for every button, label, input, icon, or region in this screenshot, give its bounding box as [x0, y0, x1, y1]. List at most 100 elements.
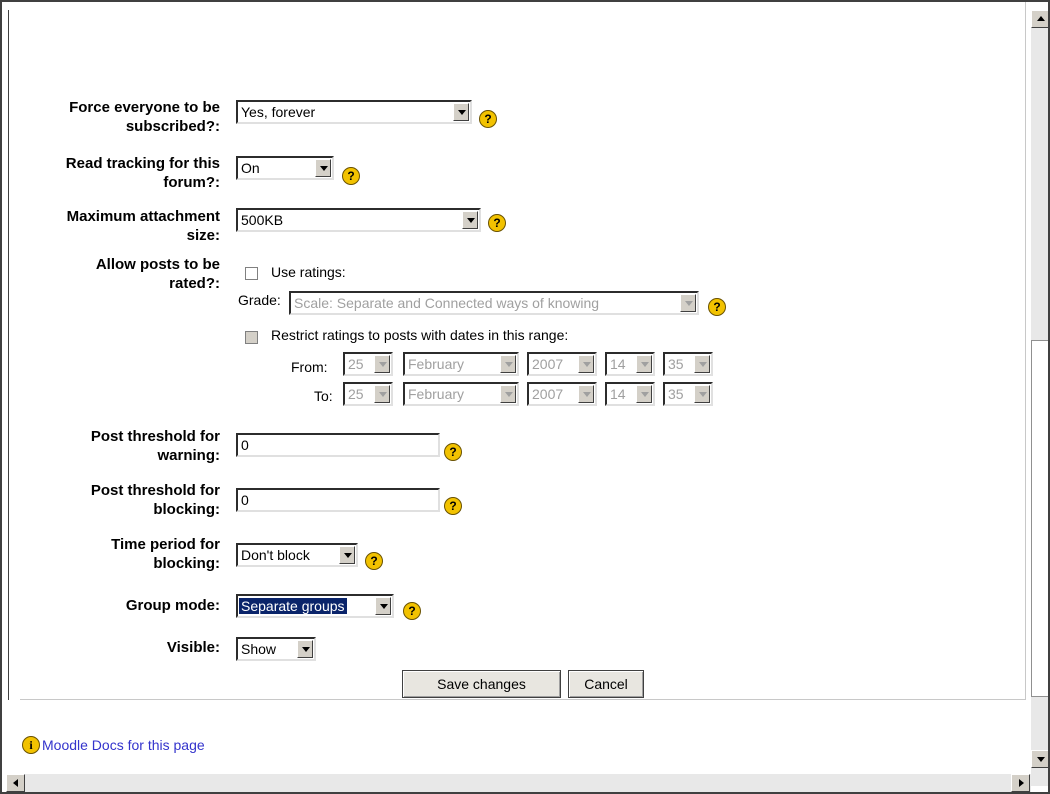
group-mode-select[interactable]: Separate groups — [236, 594, 394, 618]
subscribe-select[interactable]: Yes, forever — [236, 100, 472, 124]
restrict-ratings-checkbox[interactable] — [245, 331, 258, 344]
grade-label: Grade: — [238, 292, 281, 308]
chevron-down-icon[interactable] — [636, 385, 652, 403]
moodle-docs-link[interactable]: Moodle Docs for this page — [42, 737, 205, 753]
grade-value: Scale: Separate and Connected ways of kn… — [294, 295, 600, 311]
tracking-select[interactable]: On — [236, 156, 334, 180]
warning-label-line2: warning: — [157, 447, 221, 464]
horizontal-scrollbar[interactable] — [6, 774, 1031, 792]
chevron-down-icon[interactable] — [453, 103, 469, 121]
help-icon[interactable]: ? — [488, 214, 506, 232]
attachment-label: Maximum attachment size: — [67, 207, 220, 245]
chevron-down-icon[interactable] — [339, 546, 355, 564]
blocking-label: Post threshold for blocking: — [91, 481, 220, 519]
from-minute-value: 35 — [668, 356, 684, 372]
visible-label-text: Visible: — [166, 639, 220, 656]
scroll-down-icon[interactable] — [1031, 750, 1048, 768]
to-month-select[interactable]: February — [403, 382, 519, 406]
tracking-label-line1: Read tracking for this — [65, 155, 220, 172]
to-hour-select[interactable]: 14 — [605, 382, 655, 406]
help-icon[interactable]: ? — [708, 298, 726, 316]
chevron-down-icon[interactable] — [374, 385, 390, 403]
attachment-label-line1: Maximum attachment — [66, 208, 220, 225]
from-year-value: 2007 — [532, 356, 564, 372]
group-mode-label-text: Group mode: — [125, 597, 220, 614]
cancel-button[interactable]: Cancel — [568, 670, 644, 698]
tracking-label: Read tracking for this forum?: — [66, 154, 220, 192]
block-period-label-line2: blocking: — [153, 555, 220, 572]
subscribe-label: Force everyone to be subscribed?: — [69, 98, 220, 136]
chevron-down-icon[interactable] — [375, 597, 391, 615]
chevron-down-icon[interactable] — [500, 355, 516, 373]
browser-viewport: Force everyone to be subscribed?: Yes, f… — [0, 0, 1050, 794]
blocking-threshold-input[interactable]: 0 — [236, 488, 440, 512]
restrict-ratings-label: Restrict ratings to posts with dates in … — [271, 327, 569, 343]
block-period-label: Time period for blocking: — [111, 535, 220, 573]
chevron-down-icon[interactable] — [297, 640, 313, 658]
vertical-scroll-thumb[interactable] — [1031, 340, 1048, 697]
chevron-down-icon[interactable] — [680, 294, 696, 312]
help-icon[interactable]: ? — [444, 443, 462, 461]
attachment-select[interactable]: 500KB — [236, 208, 481, 232]
tracking-label-line2: forum?: — [163, 174, 220, 191]
ratings-label-line1: Allow posts to be — [95, 256, 220, 273]
help-icon[interactable]: ? — [342, 167, 360, 185]
subscribe-label-line2: subscribed?: — [125, 118, 220, 135]
to-label: To: — [314, 388, 333, 404]
scroll-up-icon[interactable] — [1031, 10, 1048, 28]
from-label: From: — [291, 359, 328, 375]
to-year-value: 2007 — [532, 386, 564, 402]
grade-select[interactable]: Scale: Separate and Connected ways of kn… — [289, 291, 699, 315]
subscribe-value: Yes, forever — [241, 104, 316, 120]
help-icon[interactable]: ? — [444, 497, 462, 515]
from-year-select[interactable]: 2007 — [527, 352, 597, 376]
visible-select[interactable]: Show — [236, 637, 316, 661]
to-year-select[interactable]: 2007 — [527, 382, 597, 406]
vertical-scrollbar[interactable] — [1031, 10, 1048, 786]
chevron-down-icon[interactable] — [315, 159, 331, 177]
ratings-label-line2: rated?: — [169, 275, 220, 292]
scroll-left-icon[interactable] — [6, 774, 25, 792]
visible-label: Visible: — [167, 638, 220, 657]
to-month-value: February — [408, 386, 465, 402]
chevron-down-icon[interactable] — [578, 355, 594, 373]
to-day-value: 25 — [348, 386, 364, 402]
use-ratings-checkbox[interactable] — [245, 267, 258, 280]
help-icon[interactable]: ? — [479, 110, 497, 128]
ratings-label: Allow posts to be rated?: — [96, 255, 220, 293]
from-hour-select[interactable]: 14 — [605, 352, 655, 376]
chevron-down-icon[interactable] — [578, 385, 594, 403]
warning-label-line1: Post threshold for — [90, 428, 220, 445]
visible-value: Show — [241, 641, 277, 657]
to-minute-select[interactable]: 35 — [663, 382, 713, 406]
attachment-label-line2: size: — [186, 227, 220, 244]
chevron-down-icon[interactable] — [694, 355, 710, 373]
warning-threshold-input[interactable]: 0 — [236, 433, 440, 457]
save-changes-button[interactable]: Save changes — [402, 670, 561, 698]
block-period-select[interactable]: Don't block — [236, 543, 358, 567]
info-icon: i — [22, 736, 40, 754]
to-hour-value: 14 — [610, 386, 626, 402]
from-minute-select[interactable]: 35 — [663, 352, 713, 376]
to-minute-value: 35 — [668, 386, 684, 402]
chevron-down-icon[interactable] — [462, 211, 478, 229]
to-day-select[interactable]: 25 — [343, 382, 393, 406]
help-icon[interactable]: ? — [365, 552, 383, 570]
warning-label: Post threshold for warning: — [91, 427, 220, 465]
from-hour-value: 14 — [610, 356, 626, 372]
from-month-value: February — [408, 356, 465, 372]
group-mode-value: Separate groups — [239, 598, 347, 614]
attachment-value: 500KB — [241, 212, 284, 228]
chevron-down-icon[interactable] — [694, 385, 710, 403]
block-period-label-line1: Time period for — [111, 536, 220, 553]
from-day-select[interactable]: 25 — [343, 352, 393, 376]
help-icon[interactable]: ? — [403, 602, 421, 620]
chevron-down-icon[interactable] — [636, 355, 652, 373]
scroll-right-icon[interactable] — [1011, 774, 1030, 792]
from-month-select[interactable]: February — [403, 352, 519, 376]
group-mode-label: Group mode: — [126, 596, 220, 615]
chevron-down-icon[interactable] — [374, 355, 390, 373]
chevron-down-icon[interactable] — [500, 385, 516, 403]
subscribe-label-line1: Force everyone to be — [69, 99, 220, 116]
blocking-label-line1: Post threshold for — [90, 482, 220, 499]
